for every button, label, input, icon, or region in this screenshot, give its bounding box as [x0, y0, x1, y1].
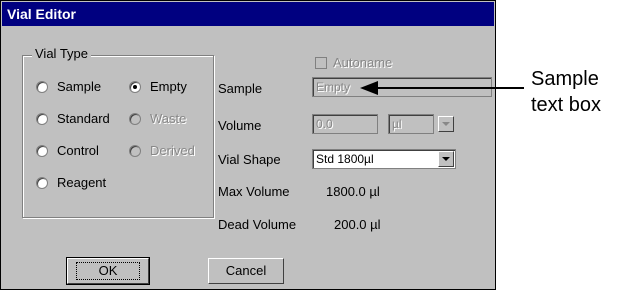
radio-waste[interactable]: Waste — [129, 111, 186, 126]
max-volume-value: 1800.0 µl — [326, 184, 380, 199]
vial-shape-label: Vial Shape — [218, 152, 281, 167]
max-volume-label: Max Volume — [218, 184, 290, 199]
callout-line-1: Sample — [531, 68, 599, 90]
callout-line-2: text box — [531, 94, 602, 116]
radio-waste-label: Waste — [150, 111, 187, 126]
radio-circle-icon — [36, 80, 48, 93]
radio-standard[interactable]: Standard — [36, 111, 110, 126]
dead-volume-value: 200.0 µl — [334, 217, 381, 232]
radio-circle-icon — [129, 144, 141, 157]
radio-reagent[interactable]: Reagent — [36, 175, 106, 190]
title-bar: Vial Editor — [2, 2, 494, 26]
radio-circle-icon — [36, 176, 48, 189]
radio-sample-label: Sample — [57, 79, 102, 94]
dead-volume-label: Dead Volume — [218, 217, 297, 232]
sample-label: Sample — [218, 81, 263, 96]
volume-unit-value: µl — [392, 117, 402, 131]
vial-shape-value: Std 1800µl — [316, 152, 374, 166]
radio-derived-label: Derived — [150, 143, 195, 158]
cancel-button[interactable]: Cancel — [208, 258, 284, 284]
radio-sample[interactable]: Sample — [36, 79, 101, 94]
radio-empty[interactable]: Empty — [129, 79, 187, 94]
radio-control[interactable]: Control — [36, 143, 99, 158]
volume-label: Volume — [218, 118, 262, 133]
radio-circle-icon — [129, 112, 141, 125]
autoname-checkbox[interactable] — [315, 57, 327, 69]
volume-field[interactable]: 0.0 — [312, 114, 378, 134]
volume-unit-select[interactable]: µl — [388, 114, 434, 134]
radio-circle-icon — [36, 144, 48, 157]
radio-reagent-label: Reagent — [57, 175, 107, 190]
radio-derived[interactable]: Derived — [129, 143, 195, 158]
radio-circle-icon — [36, 112, 48, 125]
radio-checked-icon — [129, 80, 141, 93]
radio-standard-label: Standard — [57, 111, 110, 126]
autoname-label: Autoname — [333, 55, 393, 70]
radio-control-label: Control — [57, 143, 99, 158]
vial-shape-select[interactable]: Std 1800µl — [312, 149, 456, 169]
vial-editor-dialog: Vial Editor Vial Type Sample Empty Stand… — [0, 0, 496, 290]
ok-button[interactable]: OK — [66, 257, 150, 285]
arrow-icon — [360, 81, 524, 95]
ok-button-label: OK — [75, 262, 141, 280]
chevron-down-icon[interactable] — [438, 151, 454, 167]
vial-type-label: Vial Type — [32, 46, 92, 61]
chevron-down-icon[interactable] — [438, 116, 454, 132]
radio-empty-label: Empty — [150, 79, 187, 94]
